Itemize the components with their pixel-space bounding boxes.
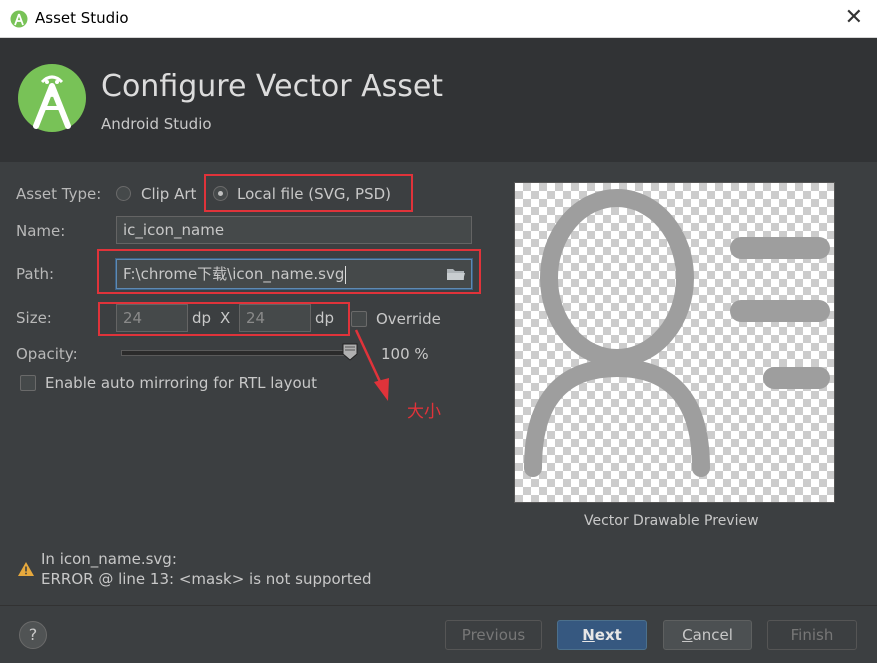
opacity-label: Opacity: (16, 345, 78, 363)
cancel-button[interactable]: Cancel (663, 620, 752, 650)
opacity-slider-track[interactable] (121, 350, 353, 356)
error-file-line: In icon_name.svg: (41, 550, 177, 568)
page-title: Configure Vector Asset (101, 69, 444, 104)
size-label: Size: (16, 309, 52, 327)
title-bar: Asset Studio ✕ (0, 0, 877, 38)
cancel-mnemonic: C (682, 626, 693, 644)
error-message: ERROR @ line 13: <mask> is not supported (41, 570, 372, 588)
clip-art-label[interactable]: Clip Art (141, 185, 196, 203)
auto-mirror-checkbox[interactable] (20, 375, 36, 391)
next-label-rest: ext (594, 626, 622, 644)
next-mnemonic: N (582, 626, 595, 644)
footer-divider (0, 605, 877, 606)
warning-icon (18, 562, 34, 576)
vector-preview (514, 182, 835, 503)
previous-button[interactable]: Previous (445, 620, 542, 650)
finish-button[interactable]: Finish (767, 620, 857, 650)
name-input[interactable]: ic_icon_name (116, 216, 472, 244)
highlight-box-path (97, 249, 481, 294)
next-button[interactable]: Next (557, 620, 647, 650)
close-icon[interactable]: ✕ (845, 6, 863, 30)
preview-caption: Vector Drawable Preview (584, 513, 759, 529)
override-checkbox[interactable] (351, 311, 367, 327)
android-studio-logo (18, 64, 86, 132)
asset-type-label: Asset Type: (16, 185, 102, 203)
help-button[interactable]: ? (19, 621, 47, 649)
clip-art-radio[interactable] (116, 186, 131, 201)
person-card-icon (524, 189, 830, 477)
annotation-text: 大小 (407, 402, 441, 422)
annotation-arrow-icon (354, 329, 389, 401)
name-label: Name: (16, 222, 66, 240)
highlight-box-size (98, 302, 350, 336)
dialog-header: Configure Vector Asset Android Studio (0, 38, 877, 162)
path-label: Path: (16, 265, 55, 283)
highlight-box-local-file (204, 174, 413, 212)
auto-mirror-label[interactable]: Enable auto mirroring for RTL layout (45, 374, 317, 392)
page-subtitle: Android Studio (101, 115, 212, 133)
cancel-label-rest: ancel (692, 626, 733, 644)
window-title: Asset Studio (35, 9, 129, 27)
android-studio-icon (10, 10, 28, 28)
